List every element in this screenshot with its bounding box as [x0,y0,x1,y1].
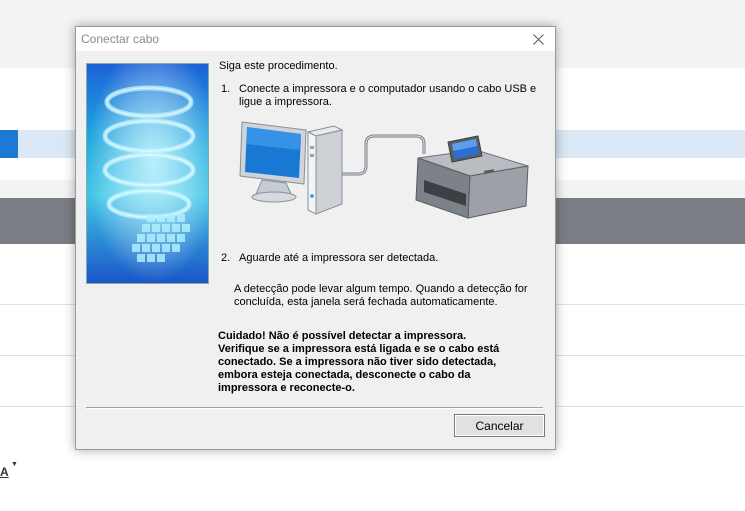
warning-line: Cuidado! Não é possível detectar a impre… [218,330,467,342]
dialog-title: Conectar cabo [81,32,160,46]
warning-line: Verifique se a impressora está ligada e … [218,343,500,355]
printer-icon [415,135,529,219]
connect-cable-dialog: Conectar cabo Siga este procedimento. 1.… [75,26,556,450]
close-button[interactable] [521,27,555,51]
step2-number: 2. [221,252,231,264]
background-selection-accent [0,130,18,158]
background-link[interactable]: A [0,465,9,479]
warning-message: Cuidado! Não é possível detectar a impre… [218,330,518,395]
warning-line: impressora e reconecte-o. [218,382,355,394]
step2-text: Aguarde até a impressora ser detectada. [239,252,439,264]
cancel-button[interactable]: Cancelar [454,414,545,437]
step1-line1: Conecte a impressora e o computador usan… [239,83,537,95]
step1-number: 1. [221,83,231,95]
dialog-titlebar: Conectar cabo [76,27,555,51]
caret-icon: ▼ [11,461,18,468]
warning-line: embora esteja conectada, desconecte o ca… [218,369,471,381]
close-icon [532,33,544,45]
dialog-separator [86,407,543,409]
detection-note-line2: concluída, esta janela será fechada auto… [234,296,498,308]
connection-illustration [238,114,538,220]
detection-note-line1: A detecção pode levar algum tempo. Quand… [234,283,528,295]
setup-banner-image [86,63,209,284]
intro-text: Siga este procedimento. [219,60,338,72]
warning-line: conectado. Se a impressora não tiver sid… [218,356,497,368]
computer-icon [239,121,344,215]
step1-line2: ligue a impressora. [239,96,332,108]
